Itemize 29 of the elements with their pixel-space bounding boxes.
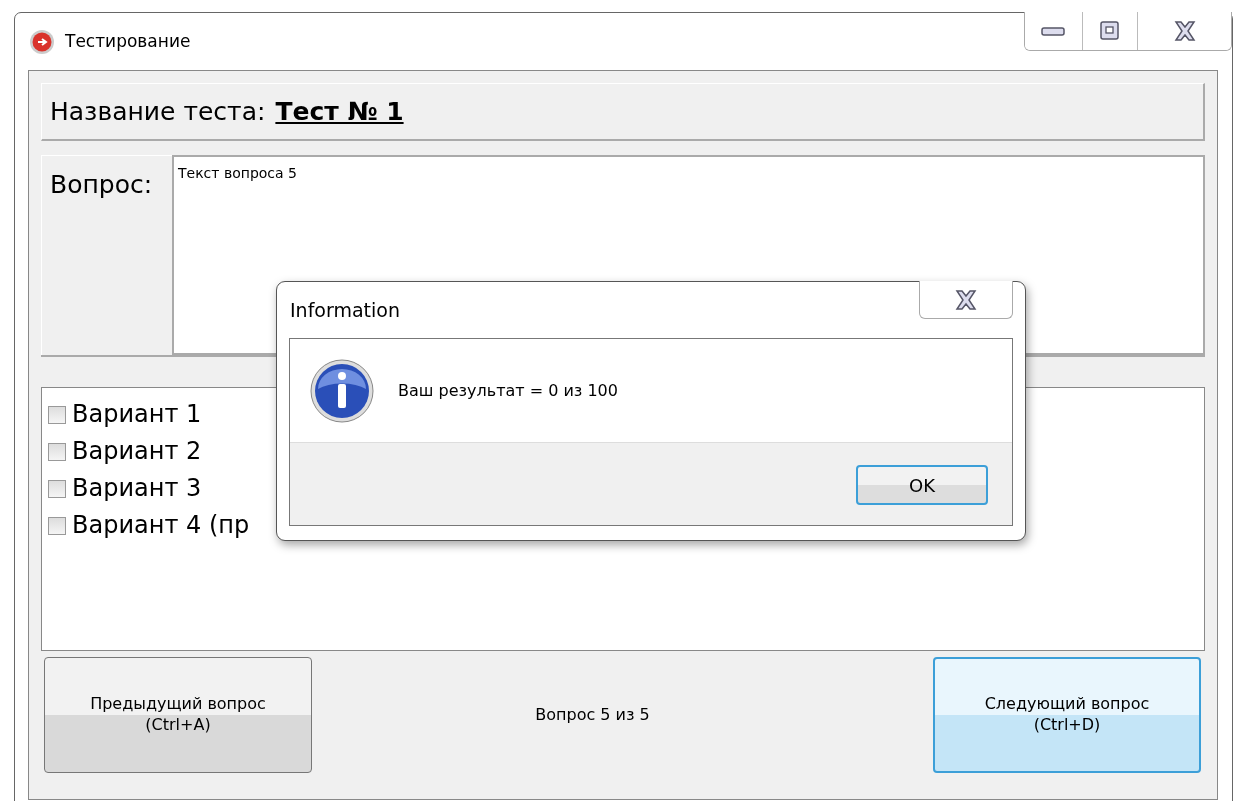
question-label: Вопрос: [50,170,153,199]
previous-question-button[interactable]: Предыдущий вопрос (Ctrl+A) [44,657,312,773]
close-icon [1172,20,1197,42]
result-message: Ваш результат = 0 из 100 [398,379,618,402]
checkbox[interactable] [48,442,66,461]
ok-button[interactable]: OK [856,465,988,505]
checkbox[interactable] [48,405,66,424]
info-icon [310,358,374,423]
question-counter: Вопрос 5 из 5 [535,704,650,726]
minimize-button[interactable] [1025,12,1082,50]
close-button[interactable] [1137,12,1231,50]
maximize-icon [1099,20,1121,42]
checkbox[interactable] [48,479,66,498]
close-icon [954,288,978,311]
option-label: Вариант 2 [72,436,202,467]
window-title: Тестирование [65,29,191,53]
maximize-button[interactable] [1082,12,1137,50]
app-icon [29,28,55,55]
dialog-title: Information [290,298,400,323]
test-name: Тест № 1 [275,95,404,128]
next-question-button[interactable]: Следующий вопрос (Ctrl+D) [933,657,1201,773]
minimize-icon [1040,25,1067,37]
option-label: Вариант 1 [72,399,202,430]
question-text: Текст вопроса 5 [178,165,297,181]
option-label: Вариант 3 [72,473,202,504]
test-name-label: Название теста: [50,95,266,128]
checkbox[interactable] [48,516,66,535]
close-button[interactable] [919,281,1013,319]
option-label: Вариант 4 (пр [72,510,250,541]
